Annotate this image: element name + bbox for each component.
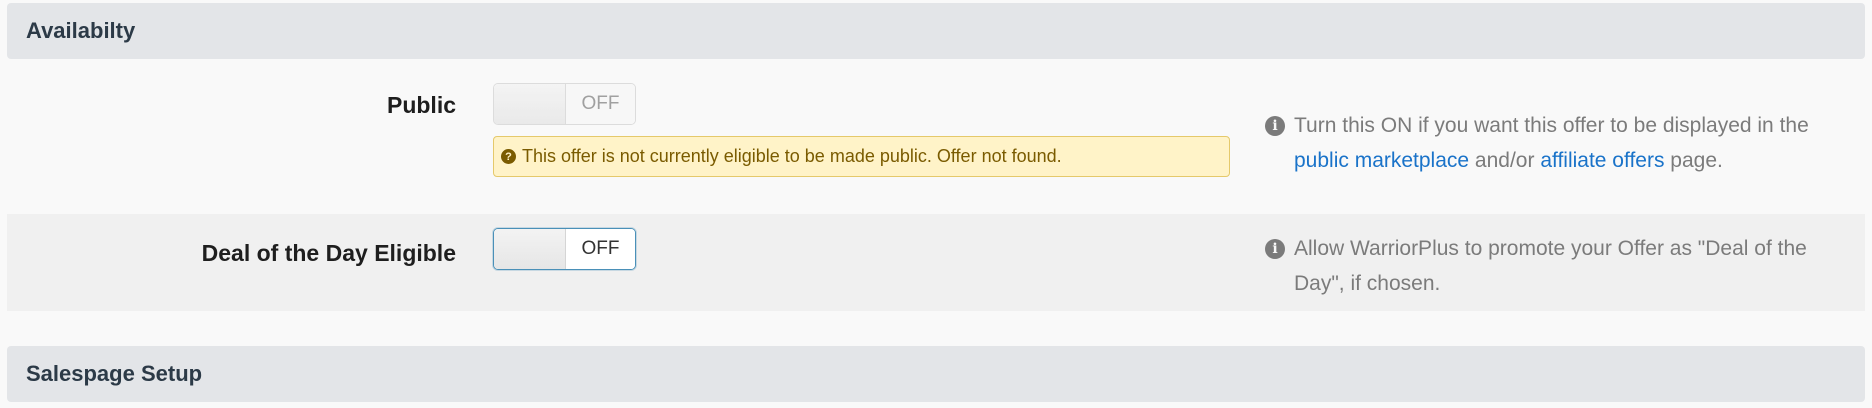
toggle-state-label: OFF: [566, 84, 635, 124]
public-label: Public: [386, 92, 456, 118]
deal-of-the-day-row: Deal of the Day Eligible OFF i Allow War…: [7, 214, 1865, 311]
public-help-text: i Turn this ON if you want this offer to…: [1265, 108, 1855, 178]
toggle-knob: [494, 229, 566, 269]
public-eligibility-warning: ? This offer is not currently eligible t…: [493, 136, 1230, 177]
question-circle-icon: ?: [501, 149, 516, 164]
availability-section-header: Availabilty: [7, 3, 1865, 59]
help-middle: and/or: [1469, 149, 1541, 172]
toggle-state-label: OFF: [566, 229, 635, 269]
public-toggle[interactable]: OFF: [493, 83, 636, 125]
salespage-section-header: Salespage Setup: [7, 346, 1865, 402]
public-setting-row: Public OFF ? This offer is not currently…: [7, 62, 1865, 212]
info-circle-icon: i: [1265, 239, 1285, 259]
public-marketplace-link[interactable]: public marketplace: [1294, 149, 1469, 172]
info-circle-icon: i: [1265, 116, 1285, 136]
salespage-section-title: Salespage Setup: [26, 361, 203, 386]
deal-of-the-day-toggle[interactable]: OFF: [493, 228, 636, 270]
affiliate-offers-link[interactable]: affiliate offers: [1540, 149, 1664, 172]
deal-help-content: Allow WarriorPlus to promote your Offer …: [1294, 237, 1807, 295]
warning-text: This offer is not currently eligible to …: [522, 146, 1062, 166]
help-prefix: Turn this ON if you want this offer to b…: [1294, 114, 1809, 137]
deal-of-the-day-label: Deal of the Day Eligible: [201, 240, 456, 266]
deal-help-text: i Allow WarriorPlus to promote your Offe…: [1265, 231, 1855, 301]
toggle-knob: [494, 84, 566, 124]
availability-section-title: Availabilty: [26, 18, 136, 43]
help-suffix: page.: [1664, 149, 1723, 172]
